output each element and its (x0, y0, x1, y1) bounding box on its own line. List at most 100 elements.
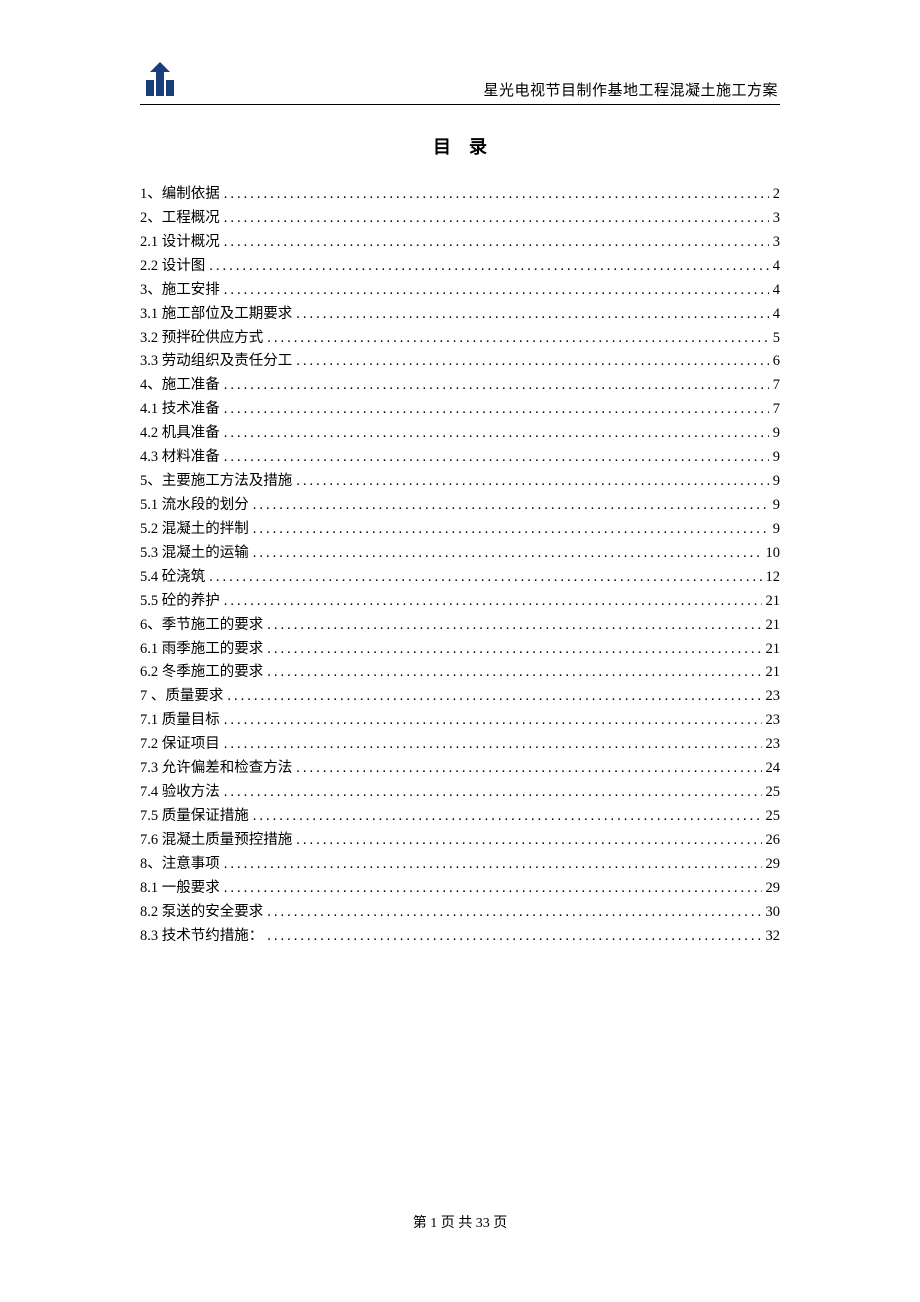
toc-entry-label: 8.2 泵送的安全要求 (140, 901, 263, 925)
toc-entry-label: 2、工程概况 (140, 207, 220, 231)
toc-entry-label: 7.5 质量保证措施 (140, 805, 249, 829)
toc-leader-dots (267, 614, 761, 638)
toc-leader-dots (227, 685, 761, 709)
toc-entry-page: 5 (773, 327, 780, 351)
toc-leader-dots (267, 925, 761, 949)
toc-entry-label: 5.1 流水段的划分 (140, 494, 249, 518)
toc-entry[interactable]: 5.5 砼的养护21 (140, 590, 780, 614)
toc-entry-page: 2 (773, 183, 780, 207)
toc-entry[interactable]: 2.2 设计图4 (140, 255, 780, 279)
toc-entry[interactable]: 7.1 质量目标 23 (140, 709, 780, 733)
toc-leader-dots (224, 374, 769, 398)
toc-entry[interactable]: 3.1 施工部位及工期要求 4 (140, 303, 780, 327)
toc-entry-page: 9 (773, 518, 780, 542)
toc-leader-dots (267, 901, 761, 925)
footer-prefix: 第 (413, 1216, 427, 1231)
toc-entry-label: 5.2 混凝土的拌制 (140, 518, 249, 542)
toc-entry[interactable]: 4、施工准备 7 (140, 374, 780, 398)
toc-leader-dots (296, 350, 769, 374)
title-part-a: 目 (433, 137, 451, 157)
toc-entry-page: 23 (766, 709, 781, 733)
toc-leader-dots (267, 638, 761, 662)
toc-entry-page: 9 (773, 446, 780, 470)
toc-leader-dots (296, 303, 769, 327)
toc-entry-page: 7 (773, 374, 780, 398)
toc-entry-page: 21 (766, 661, 781, 685)
toc-entry[interactable]: 7.5 质量保证措施 25 (140, 805, 780, 829)
toc-entry-label: 3.1 施工部位及工期要求 (140, 303, 292, 327)
toc-entry-page: 3 (773, 207, 780, 231)
toc-entry[interactable]: 8、注意事项29 (140, 853, 780, 877)
toc-entry-label: 7.4 验收方法 (140, 781, 220, 805)
toc-entry-label: 8.3 技术节约措施： (140, 925, 263, 949)
page-header: 星光电视节目制作基地工程混凝土施工方案 (140, 60, 780, 105)
toc-entry[interactable]: 3、施工安排4 (140, 279, 780, 303)
toc-entry-page: 29 (766, 877, 781, 901)
toc-entry-label: 5.5 砼的养护 (140, 590, 220, 614)
toc-entry[interactable]: 4.2 机具准备 9 (140, 422, 780, 446)
toc-entry[interactable]: 3.3 劳动组织及责任分工6 (140, 350, 780, 374)
toc-entry-page: 21 (766, 614, 781, 638)
toc-entry[interactable]: 1、编制依据2 (140, 183, 780, 207)
toc-entry[interactable]: 5、主要施工方法及措施9 (140, 470, 780, 494)
toc-entry-label: 7.3 允许偏差和检查方法 (140, 757, 292, 781)
company-logo-icon (140, 60, 180, 100)
toc-entry[interactable]: 4.1 技术准备7 (140, 398, 780, 422)
footer-current-page: 1 (430, 1216, 437, 1231)
toc-entry-label: 6.1 雨季施工的要求 (140, 638, 263, 662)
toc-leader-dots (253, 494, 769, 518)
toc-entry[interactable]: 2.1 设计概况3 (140, 231, 780, 255)
toc-leader-dots (267, 327, 769, 351)
toc-entry[interactable]: 6.2 冬季施工的要求21 (140, 661, 780, 685)
toc-entry[interactable]: 5.3 混凝土的运输10 (140, 542, 780, 566)
toc-entry-label: 8.1 一般要求 (140, 877, 220, 901)
toc-leader-dots (267, 661, 761, 685)
toc-entry[interactable]: 4.3 材料准备9 (140, 446, 780, 470)
toc-entry[interactable]: 8.3 技术节约措施： 32 (140, 925, 780, 949)
toc-entry-label: 5.4 砼浇筑 (140, 566, 205, 590)
header-title: 星光电视节目制作基地工程混凝土施工方案 (483, 79, 780, 100)
toc-leader-dots (296, 470, 769, 494)
toc-entry-page: 24 (766, 757, 781, 781)
toc-entry[interactable]: 6.1 雨季施工的要求21 (140, 638, 780, 662)
document-page: 星光电视节目制作基地工程混凝土施工方案 目录 1、编制依据22、工程概况32.1… (0, 0, 920, 989)
toc-leader-dots (209, 255, 769, 279)
toc-entry[interactable]: 2、工程概况 3 (140, 207, 780, 231)
toc-entry[interactable]: 3.2 预拌砼供应方式5 (140, 327, 780, 351)
toc-leader-dots (253, 518, 769, 542)
toc-entry-page: 4 (773, 303, 780, 327)
toc-leader-dots (224, 398, 769, 422)
title-part-b: 录 (469, 137, 487, 157)
footer-total-pages: 33 (476, 1216, 490, 1231)
toc-entry-page: 30 (766, 901, 781, 925)
toc-entry-label: 4、施工准备 (140, 374, 220, 398)
toc-entry-label: 7.6 混凝土质量预控措施 (140, 829, 292, 853)
toc-entry-label: 3.3 劳动组织及责任分工 (140, 350, 292, 374)
toc-entry[interactable]: 7.3 允许偏差和检查方法 24 (140, 757, 780, 781)
toc-entry-page: 9 (773, 422, 780, 446)
toc-entry[interactable]: 7.4 验收方法25 (140, 781, 780, 805)
toc-entry-page: 29 (766, 853, 781, 877)
toc-leader-dots (224, 781, 762, 805)
toc-entry-label: 2.1 设计概况 (140, 231, 220, 255)
toc-entry-page: 25 (766, 805, 781, 829)
toc-entry-label: 7.1 质量目标 (140, 709, 220, 733)
toc-entry[interactable]: 7.2 保证项目23 (140, 733, 780, 757)
toc-leader-dots (224, 231, 769, 255)
toc-entry-page: 4 (773, 279, 780, 303)
toc-entry-label: 6、季节施工的要求 (140, 614, 263, 638)
toc-entry[interactable]: 7.6 混凝土质量预控措施26 (140, 829, 780, 853)
toc-entry[interactable]: 7 、质量要求23 (140, 685, 780, 709)
toc-leader-dots (224, 422, 769, 446)
toc-leader-dots (224, 279, 769, 303)
toc-entry[interactable]: 8.1 一般要求 29 (140, 877, 780, 901)
toc-leader-dots (296, 829, 761, 853)
toc-entry[interactable]: 5.4 砼浇筑12 (140, 566, 780, 590)
toc-entry-label: 4.2 机具准备 (140, 422, 220, 446)
toc-entry[interactable]: 5.2 混凝土的拌制 9 (140, 518, 780, 542)
toc-entry-page: 32 (766, 925, 781, 949)
toc-entry[interactable]: 8.2 泵送的安全要求 30 (140, 901, 780, 925)
toc-entry-page: 10 (766, 542, 781, 566)
toc-entry[interactable]: 5.1 流水段的划分9 (140, 494, 780, 518)
toc-entry[interactable]: 6、季节施工的要求 21 (140, 614, 780, 638)
